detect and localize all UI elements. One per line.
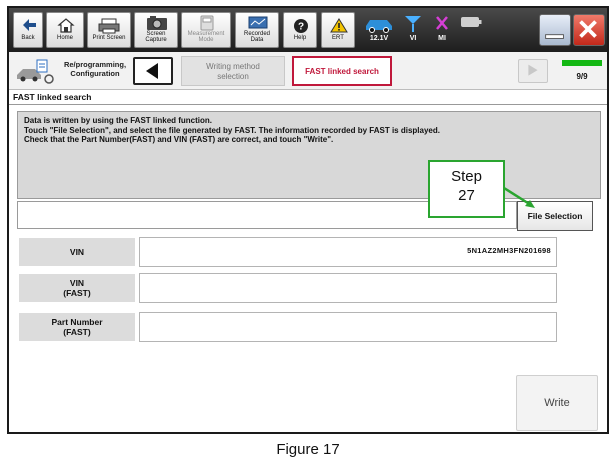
instruction-line-2: Touch "File Selection", and select the f… (24, 125, 440, 135)
section-label-line-2: Configuration (70, 69, 120, 78)
instruction-line-1: Data is written by using the FAST linked… (24, 116, 213, 125)
measurement-mode-label-2: Mode (198, 37, 214, 43)
mi-label: MI (438, 35, 446, 42)
vin-fast-label-line-2: (FAST) (63, 288, 91, 298)
part-number-fast-label-line-1: Part Number (51, 317, 103, 327)
home-label: Home (56, 35, 73, 41)
part-number-fast-field (139, 312, 557, 342)
figure-caption: Figure 17 (276, 441, 340, 458)
meter-icon (200, 15, 214, 31)
write-button[interactable]: Write (516, 375, 598, 431)
instruction-line-3: Check that the Part Number(FAST) and VIN… (24, 135, 334, 144)
recorded-data-button[interactable]: Recorded Data (235, 12, 279, 48)
page-title: FAST linked search (13, 92, 92, 102)
screen-capture-label-2: Capture (145, 37, 167, 43)
measurement-mode-button[interactable]: Measurement Mode (181, 12, 231, 48)
vin-fast-label: VIN (FAST) (19, 274, 135, 302)
signal-icon (405, 16, 421, 32)
help-icon: ? (294, 19, 308, 33)
section-label-line-1: Re/programming, (63, 60, 127, 69)
part-number-fast-label-line-2: (FAST) (63, 327, 91, 337)
help-label: Help (293, 35, 307, 41)
vi-status: VI (400, 11, 426, 49)
close-icon (579, 20, 597, 38)
back-step-button[interactable] (133, 57, 173, 85)
crumb-1-line-2: selection (217, 72, 249, 81)
forward-triangle-icon (528, 64, 538, 76)
navigation-row: Re/programming, Configuration Writing me… (9, 52, 607, 90)
battery-voltage: 12.1V (369, 35, 389, 42)
back-toolbar-button[interactable]: Back (13, 12, 43, 48)
step-callout: Step 27 (428, 160, 505, 218)
page-count: 9/9 (576, 72, 588, 81)
minimize-icon (545, 34, 564, 39)
callout-arrow-icon (503, 186, 535, 208)
home-icon (57, 18, 75, 33)
recorded-data-label-2: Data (250, 37, 264, 43)
battery-icon (461, 17, 482, 27)
printer-icon (98, 18, 120, 34)
car-icon (366, 20, 392, 33)
section-label: Re/programming, Configuration (57, 60, 133, 78)
reprogramming-icon (17, 59, 54, 84)
help-button[interactable]: ? Help (283, 12, 317, 48)
battery-status: 12.1V (361, 11, 397, 49)
title-divider (9, 104, 607, 105)
mi-status: MI (429, 11, 455, 49)
callout-line-1: Step (451, 168, 482, 185)
part-number-fast-label: Part Number (FAST) (19, 313, 135, 341)
progress-bar (562, 60, 602, 66)
callout-line-2: 27 (458, 187, 475, 204)
recorded-data-icon (248, 16, 268, 29)
crumb-writing-method-selection[interactable]: Writing method selection (181, 56, 285, 86)
consult-window: Back Home Print Screen Screen Capture Me… (7, 6, 609, 434)
vin-label: VIN (19, 238, 135, 266)
vin-fast-field (139, 273, 557, 303)
back-arrow-icon (23, 19, 36, 31)
forward-step-button[interactable] (518, 59, 548, 83)
toolbar: Back Home Print Screen Screen Capture Me… (9, 8, 607, 52)
disconnected-icon (436, 16, 448, 30)
crumb-fast-linked-search[interactable]: FAST linked search (292, 56, 392, 86)
print-screen-button[interactable]: Print Screen (87, 12, 131, 48)
warning-icon (330, 18, 348, 33)
vin-fast-label-line-1: VIN (69, 278, 85, 288)
ert-label: ERT (332, 35, 344, 41)
battery-indicator (458, 11, 484, 49)
crumb-2-line-1: FAST linked search (305, 67, 379, 76)
crumb-1-line-1: Writing method (206, 62, 260, 71)
minimize-button[interactable] (539, 14, 571, 46)
back-triangle-icon (146, 63, 158, 79)
close-button[interactable] (573, 14, 605, 46)
vi-label: VI (409, 35, 417, 42)
vin-value: 5N1AZ2MH3FN201698 (467, 246, 551, 255)
back-label: Back (21, 35, 35, 41)
vin-label-text: VIN (69, 247, 85, 257)
ert-button[interactable]: ERT (321, 12, 355, 48)
screen-capture-button[interactable]: Screen Capture (134, 12, 178, 48)
home-button[interactable]: Home (46, 12, 84, 48)
camera-icon (147, 16, 167, 30)
svg-text:?: ? (298, 22, 304, 33)
vin-field: 5N1AZ2MH3FN201698 (139, 237, 557, 267)
print-screen-label: Print Screen (92, 35, 126, 41)
